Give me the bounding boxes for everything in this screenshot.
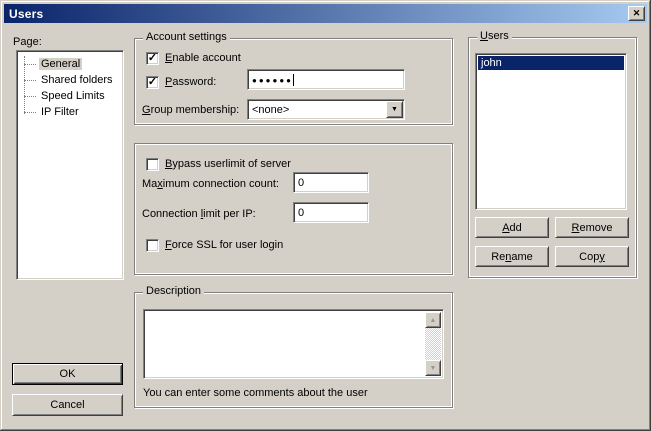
password-label: Password: (165, 76, 216, 89)
connection-per-ip-value: 0 (298, 207, 304, 219)
remove-button[interactable]: Remove (555, 217, 629, 238)
rename-button[interactable]: Rename (475, 246, 549, 267)
password-masked-value: ●●●●●● (252, 76, 293, 85)
account-settings-group: Account settings ✓ Enable account ✓ Pass… (134, 38, 453, 125)
max-connection-value: 0 (298, 177, 304, 189)
ok-button[interactable]: OK (12, 363, 123, 385)
max-connection-label: Maximum connection count: (142, 178, 279, 191)
users-group: Users john Add Remove Rename Copy (468, 37, 637, 278)
bypass-userlimit-row: ✓ Bypass userlimit of server (146, 158, 291, 171)
title-bar[interactable]: Users ✕ (4, 4, 647, 23)
force-ssl-row: ✓ Force SSL for user login (146, 239, 283, 252)
check-icon: ✓ (148, 53, 157, 64)
password-checkbox[interactable]: ✓ (146, 76, 159, 89)
close-icon: ✕ (633, 9, 641, 18)
password-input[interactable]: ●●●●●● (247, 69, 405, 90)
description-textarea[interactable]: ▲ ▼ (143, 309, 444, 379)
bypass-userlimit-label: Bypass userlimit of server (165, 158, 291, 171)
add-button[interactable]: Add (475, 217, 549, 238)
enable-account-row: ✓ Enable account (146, 52, 241, 65)
page-tree[interactable]: General Shared folders Speed Limits IP F… (16, 50, 124, 280)
copy-button[interactable]: Copy (555, 246, 629, 267)
password-row: ✓ Password: (146, 76, 216, 89)
description-caption: Description (143, 285, 204, 298)
users-caption: Users (477, 30, 512, 43)
tree-item-shared-folders[interactable]: Shared folders (19, 72, 121, 88)
scroll-down-button[interactable]: ▼ (425, 360, 441, 376)
scroll-up-button[interactable]: ▲ (425, 312, 441, 328)
page-label: Page: (13, 36, 42, 49)
chevron-down-icon: ▼ (391, 106, 398, 113)
connection-per-ip-input[interactable]: 0 (293, 202, 369, 223)
force-ssl-label: Force SSL for user login (165, 239, 283, 252)
account-settings-caption: Account settings (143, 31, 230, 44)
description-hint: You can enter some comments about the us… (143, 387, 368, 400)
close-button[interactable]: ✕ (628, 6, 645, 21)
bypass-userlimit-checkbox[interactable]: ✓ (146, 158, 159, 171)
enable-account-label: Enable account (165, 52, 241, 65)
combo-dropdown-button[interactable]: ▼ (386, 101, 403, 118)
group-membership-value: <none> (252, 104, 289, 116)
text-caret (293, 74, 294, 86)
user-list-item[interactable]: john (478, 56, 624, 70)
tree-item-speed-limits[interactable]: Speed Limits (19, 88, 121, 104)
description-scrollbar[interactable]: ▲ ▼ (425, 312, 441, 376)
limits-group: ✓ Bypass userlimit of server Maximum con… (134, 143, 453, 275)
check-icon: ✓ (148, 77, 157, 88)
users-list-inner: john (478, 56, 624, 207)
max-connection-input[interactable]: 0 (293, 172, 369, 193)
page-tree-inner: General Shared folders Speed Limits IP F… (19, 53, 121, 277)
tree-item-general[interactable]: General (19, 56, 121, 72)
description-group: Description ▲ ▼ You can enter some comme… (134, 292, 453, 408)
tree-item-ip-filter[interactable]: IP Filter (19, 104, 121, 120)
scroll-down-icon: ▼ (430, 365, 437, 372)
group-membership-select[interactable]: <none> ▼ (247, 99, 405, 120)
connection-per-ip-label: Connection limit per IP: (142, 208, 256, 221)
users-dialog: Users ✕ Page: General Shared folders Spe… (0, 0, 651, 431)
users-listbox[interactable]: john (475, 53, 627, 210)
window-title: Users (4, 7, 43, 21)
cancel-button[interactable]: Cancel (12, 394, 123, 416)
scroll-up-icon: ▲ (430, 317, 437, 324)
group-membership-label: Group membership: (142, 104, 239, 117)
enable-account-checkbox[interactable]: ✓ (146, 52, 159, 65)
force-ssl-checkbox[interactable]: ✓ (146, 239, 159, 252)
